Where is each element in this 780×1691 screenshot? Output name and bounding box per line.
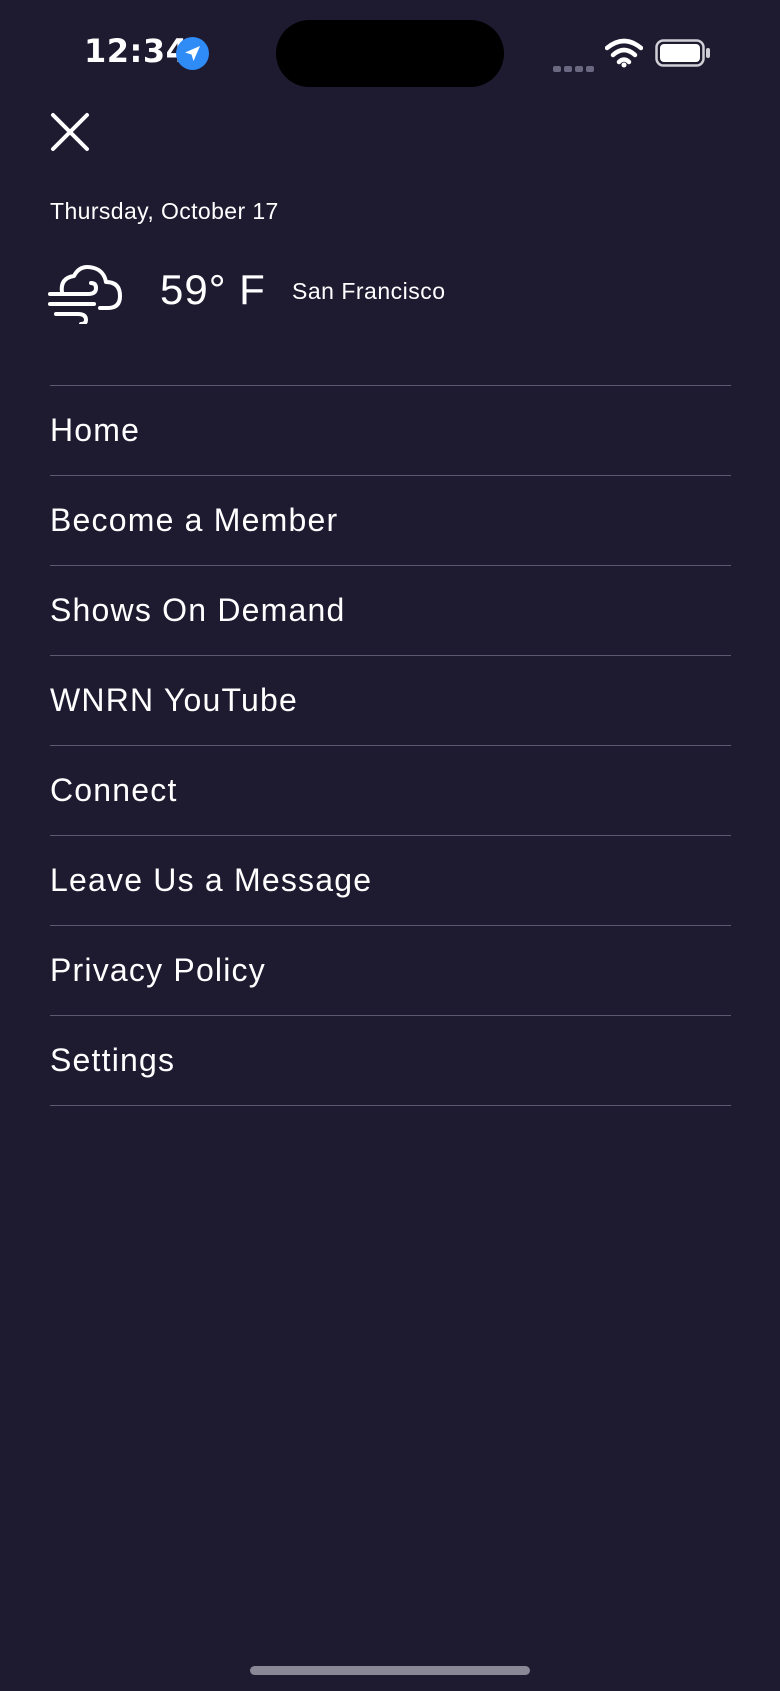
menu-item-connect[interactable]: Connect bbox=[50, 746, 731, 836]
menu-item-settings[interactable]: Settings bbox=[50, 1016, 731, 1106]
menu-item-youtube[interactable]: WNRN YouTube bbox=[50, 656, 731, 746]
current-date: Thursday, October 17 bbox=[50, 198, 279, 224]
home-indicator[interactable] bbox=[250, 1666, 530, 1675]
temperature: 59° F bbox=[160, 266, 266, 313]
location-arrow-icon bbox=[176, 37, 209, 70]
dynamic-island bbox=[276, 20, 504, 87]
menu-item-privacy-policy[interactable]: Privacy Policy bbox=[50, 926, 731, 1016]
menu-item-become-a-member[interactable]: Become a Member bbox=[50, 476, 731, 566]
menu-item-leave-message[interactable]: Leave Us a Message bbox=[50, 836, 731, 926]
status-bar: 12:34 bbox=[0, 0, 780, 110]
navigation-menu: Home Become a Member Shows On Demand WNR… bbox=[50, 385, 731, 1106]
wifi-icon bbox=[604, 38, 644, 68]
battery-icon bbox=[655, 39, 711, 67]
cellular-signal-icon bbox=[553, 57, 595, 72]
menu-item-home[interactable]: Home bbox=[50, 386, 731, 476]
wind-cloud-icon bbox=[48, 262, 124, 326]
status-time: 12:34 bbox=[84, 32, 189, 70]
city-name: San Francisco bbox=[292, 278, 446, 304]
menu-item-shows-on-demand[interactable]: Shows On Demand bbox=[50, 566, 731, 656]
close-icon bbox=[51, 113, 89, 151]
close-button[interactable] bbox=[48, 110, 92, 154]
